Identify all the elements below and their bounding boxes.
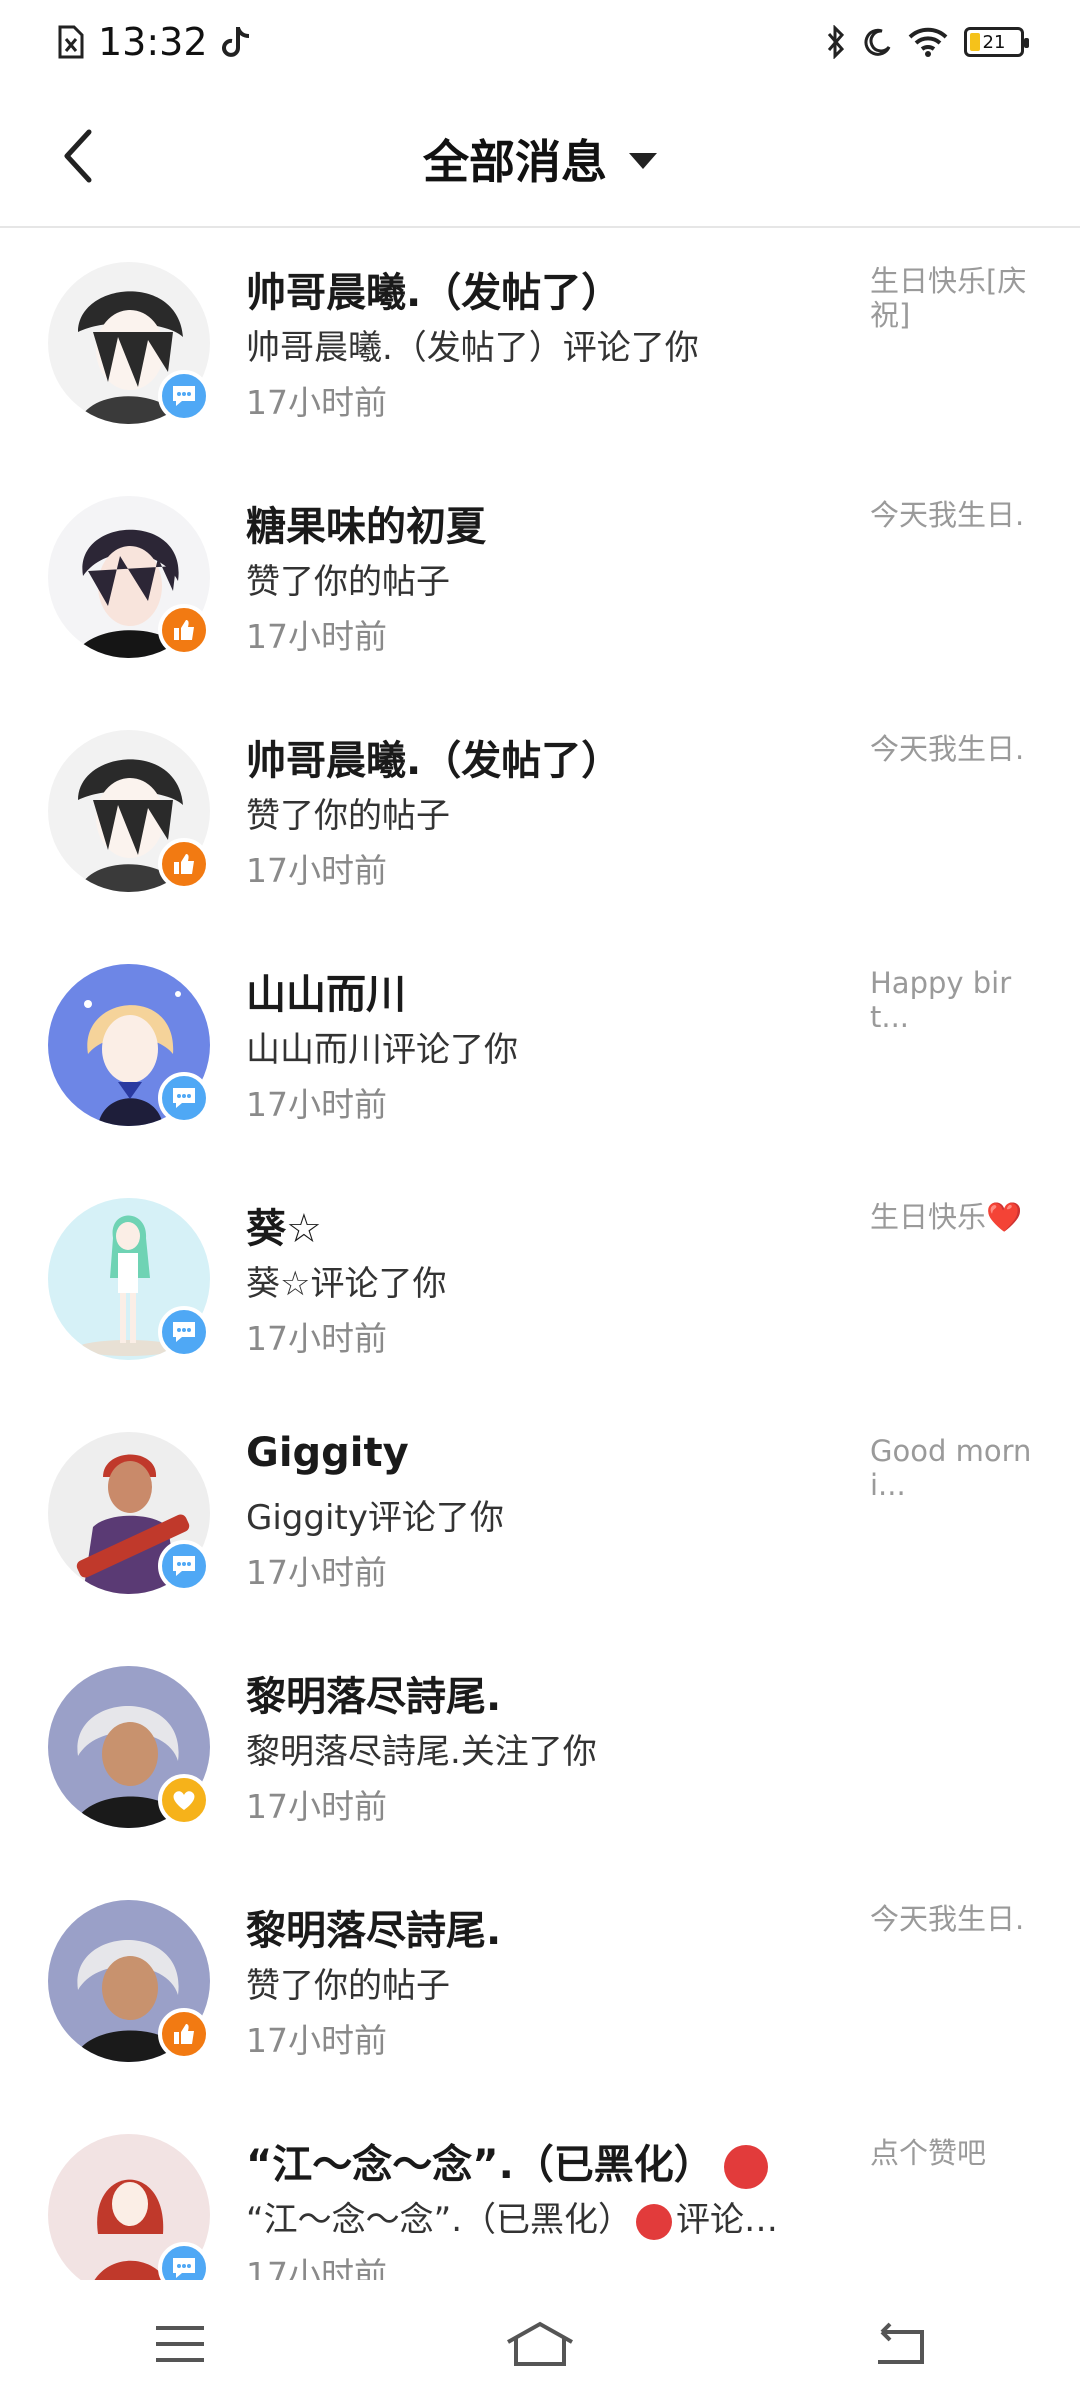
sender-name-text: “江～念～念”.（已黑化） bbox=[246, 2142, 714, 2188]
status-right: 21 bbox=[826, 25, 1029, 59]
header: 全部消息 bbox=[0, 84, 1080, 228]
message-action: 帅哥晨曦.（发帖了）评论了你 bbox=[246, 328, 699, 368]
comment-badge-icon bbox=[158, 1306, 210, 1358]
home-icon bbox=[507, 2321, 573, 2366]
home-button[interactable] bbox=[480, 2304, 600, 2384]
sender-name: 糖果味的初夏 bbox=[246, 504, 486, 550]
message-time: 17小时前 bbox=[246, 617, 387, 656]
message-action: 赞了你的帖子 bbox=[246, 1966, 450, 2006]
battery-level: 21 bbox=[982, 31, 1006, 53]
message-action: 葵☆评论了你 bbox=[246, 1264, 447, 1304]
comment-badge-icon bbox=[158, 370, 210, 422]
sender-name: “江～念～念”.（已黑化） bbox=[246, 2132, 866, 2190]
sender-name: 帅哥晨曦.（发帖了） bbox=[246, 270, 622, 316]
message-item[interactable]: 葵☆ 葵☆评论了你 17小时前 生日快乐❤️ bbox=[0, 1166, 1080, 1400]
message-time: 17小时前 bbox=[246, 851, 387, 890]
bluetooth-icon bbox=[827, 25, 845, 59]
like-badge-icon bbox=[158, 2008, 210, 2060]
message-time: 17小时前 bbox=[246, 1787, 387, 1826]
moon-icon bbox=[864, 28, 891, 56]
post-preview[interactable]: 生日快乐[庆祝] bbox=[870, 264, 1040, 332]
post-preview[interactable]: Good morni... bbox=[870, 1434, 1040, 1502]
comment-badge-icon bbox=[158, 1540, 210, 1592]
sender-name: 葵☆ bbox=[246, 1206, 322, 1252]
message-item[interactable]: 糖果味的初夏 赞了你的帖子 17小时前 今天我生日. bbox=[0, 464, 1080, 698]
post-preview[interactable]: 生日快乐❤️ bbox=[870, 1200, 1040, 1234]
back-nav-button[interactable] bbox=[840, 2304, 960, 2384]
sender-name: Giggity bbox=[246, 1430, 409, 1476]
message-item[interactable]: 帅哥晨曦.（发帖了） 帅哥晨曦.（发帖了）评论了你 17小时前 生日快乐[庆祝] bbox=[0, 230, 1080, 464]
post-preview[interactable]: Happy birt... bbox=[870, 966, 1040, 1034]
caret-down-icon bbox=[629, 153, 657, 169]
angry-face-emoji bbox=[636, 2203, 673, 2240]
back-icon bbox=[878, 2322, 924, 2364]
post-preview[interactable]: 今天我生日. bbox=[870, 732, 1040, 766]
sender-name: 山山而川 bbox=[246, 972, 406, 1018]
message-item[interactable]: 山山而川 山山而川评论了你 17小时前 Happy birt... bbox=[0, 932, 1080, 1166]
message-action: 赞了你的帖子 bbox=[246, 562, 450, 602]
sender-name: 黎明落尽詩尾. bbox=[246, 1674, 502, 1720]
message-action-text: “江～念～念”.（已黑化） bbox=[246, 2200, 633, 2240]
message-time: 17小时前 bbox=[246, 2255, 387, 2280]
message-filter-dropdown[interactable]: 全部消息 bbox=[0, 124, 1080, 194]
message-action: Giggity评论了你 bbox=[246, 1498, 504, 1538]
comment-badge-icon bbox=[158, 1072, 210, 1124]
message-list[interactable]: 帅哥晨曦.（发帖了） 帅哥晨曦.（发帖了）评论了你 17小时前 生日快乐[庆祝]… bbox=[0, 230, 1080, 2280]
message-action: “江～念～念”.（已黑化） 评论… bbox=[246, 2192, 846, 2241]
status-bar: 13:32 21 bbox=[0, 0, 1080, 84]
message-item[interactable]: 黎明落尽詩尾. 赞了你的帖子 17小时前 今天我生日. bbox=[0, 1868, 1080, 2102]
like-badge-icon bbox=[158, 604, 210, 656]
message-item[interactable]: 黎明落尽詩尾. 黎明落尽詩尾.关注了你 17小时前 bbox=[0, 1634, 1080, 1868]
post-preview[interactable]: 点个赞吧 bbox=[870, 2136, 1040, 2170]
message-action: 黎明落尽詩尾.关注了你 bbox=[246, 1732, 597, 1772]
sim-off-icon bbox=[58, 25, 84, 59]
message-time: 17小时前 bbox=[246, 1085, 387, 1124]
message-item[interactable]: 帅哥晨曦.（发帖了） 赞了你的帖子 17小时前 今天我生日. bbox=[0, 698, 1080, 932]
post-preview[interactable]: 今天我生日. bbox=[870, 1902, 1040, 1936]
message-action: 山山而川评论了你 bbox=[246, 1030, 518, 1070]
tiktok-icon bbox=[221, 27, 249, 57]
message-action-suffix: 评论… bbox=[676, 2200, 779, 2240]
menu-button[interactable] bbox=[120, 2304, 240, 2384]
message-time: 17小时前 bbox=[246, 2021, 387, 2060]
message-time: 17小时前 bbox=[246, 383, 387, 422]
message-time: 17小时前 bbox=[246, 1319, 387, 1358]
message-time: 17小时前 bbox=[246, 1553, 387, 1592]
message-item[interactable]: “江～念～念”.（已黑化） “江～念～念”.（已黑化） 评论… 17小时前 点个赞… bbox=[0, 2102, 1080, 2280]
status-left: 13:32 bbox=[56, 20, 252, 64]
status-time: 13:32 bbox=[98, 20, 208, 64]
like-badge-icon bbox=[158, 838, 210, 890]
message-action: 赞了你的帖子 bbox=[246, 796, 450, 836]
message-item[interactable]: Giggity Giggity评论了你 17小时前 Good morni... bbox=[0, 1400, 1080, 1634]
page-title: 全部消息 bbox=[423, 135, 607, 189]
post-preview[interactable]: 今天我生日. bbox=[870, 498, 1040, 532]
system-nav-bar bbox=[0, 2280, 1080, 2408]
menu-icon bbox=[156, 2326, 204, 2362]
wifi-icon bbox=[908, 27, 948, 57]
follow-badge-icon bbox=[158, 1774, 210, 1826]
sender-name: 帅哥晨曦.（发帖了） bbox=[246, 738, 622, 784]
sender-name: 黎明落尽詩尾. bbox=[246, 1908, 502, 1954]
angry-face-emoji bbox=[723, 2145, 768, 2189]
battery-icon: 21 bbox=[964, 27, 1029, 57]
